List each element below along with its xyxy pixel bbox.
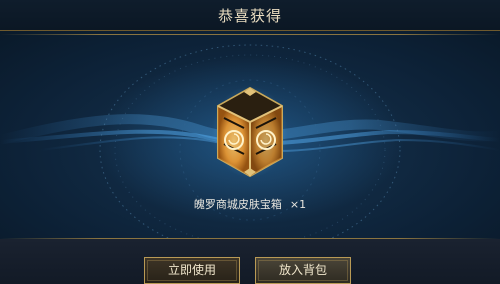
reward-item-label: 魄罗商城皮肤宝箱 ×1	[0, 196, 500, 212]
put-in-bag-button[interactable]: 放入背包	[255, 257, 351, 284]
title-bar: 恭喜获得	[0, 0, 500, 31]
button-panel	[0, 239, 500, 284]
reward-item-quantity: ×1	[289, 198, 307, 211]
use-now-button-border	[147, 260, 237, 281]
top-divider	[0, 34, 500, 35]
put-in-bag-button-border	[258, 260, 348, 281]
reward-dialog: 恭喜获得 魄罗商城皮肤宝箱 ×1 立即使用 放入背包	[0, 0, 500, 284]
use-now-button[interactable]: 立即使用	[144, 257, 240, 284]
dialog-title: 恭喜获得	[217, 7, 282, 25]
reward-item-name: 魄罗商城皮肤宝箱	[193, 198, 282, 211]
skin-chest-icon	[212, 86, 288, 178]
